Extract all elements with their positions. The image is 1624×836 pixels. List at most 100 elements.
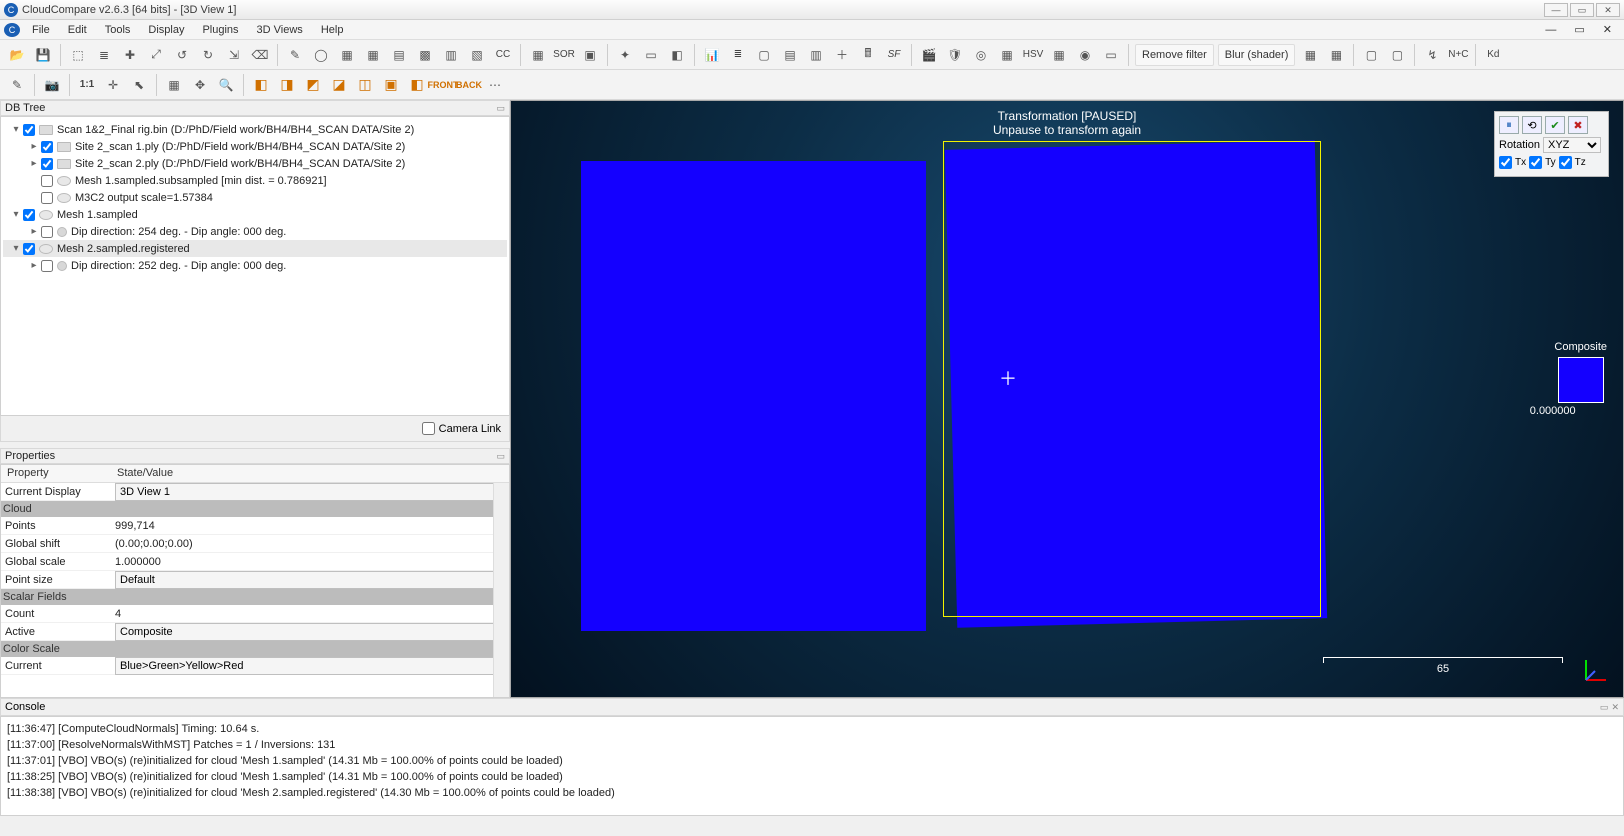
move-icon[interactable]: ✥ — [189, 74, 211, 96]
undock-icon[interactable]: ▭ — [496, 103, 505, 114]
tz-checkbox[interactable] — [1559, 156, 1572, 169]
undock-icon[interactable]: ▭ — [496, 451, 505, 462]
tree-expand-icon[interactable]: ▾ — [11, 209, 21, 220]
tool-icon[interactable]: ▥ — [440, 44, 462, 66]
tree-visibility-checkbox[interactable] — [41, 158, 53, 170]
tool-icon[interactable]: ⌫ — [249, 44, 271, 66]
tree-item[interactable]: ▸ Dip direction: 254 deg. - Dip angle: 0… — [3, 223, 507, 240]
cube-icon[interactable]: ▦ — [163, 74, 185, 96]
tree-visibility-checkbox[interactable] — [41, 192, 53, 204]
3d-view[interactable]: Transformation [PAUSED] Unpause to trans… — [510, 100, 1624, 698]
histogram-icon[interactable]: 📊 — [701, 44, 723, 66]
tree-expand-icon[interactable]: ▾ — [11, 243, 21, 254]
tree-expand-icon[interactable]: ▾ — [11, 124, 21, 135]
front-button[interactable]: FRONT — [432, 74, 454, 96]
camera-link-checkbox[interactable] — [422, 422, 435, 435]
tree-visibility-checkbox[interactable] — [23, 209, 35, 221]
tool-icon[interactable]: ▦ — [996, 44, 1018, 66]
tool-icon[interactable]: ▤ — [388, 44, 410, 66]
mdi-restore-button[interactable]: ▭ — [1566, 22, 1592, 37]
cancel-button[interactable]: ✖ — [1568, 116, 1588, 134]
tool-icon[interactable]: ↯ — [1421, 44, 1443, 66]
menu-edit[interactable]: Edit — [60, 23, 95, 37]
tool-cc-icon[interactable]: CC — [492, 44, 514, 66]
reset-button[interactable]: ⟲ — [1522, 116, 1542, 134]
tool-icon[interactable]: ◯ — [310, 44, 332, 66]
blur-shader-button[interactable]: Blur (shader) — [1218, 44, 1296, 66]
tool-icon[interactable]: ✚ — [119, 44, 141, 66]
menu-plugins[interactable]: Plugins — [194, 23, 246, 37]
tool-icon[interactable]: ▣ — [579, 44, 601, 66]
calc-icon[interactable]: 🖩 — [857, 44, 879, 66]
tool-icon[interactable]: ⬚ — [67, 44, 89, 66]
view-bottom-icon[interactable]: ▣ — [380, 74, 402, 96]
tool-icon[interactable]: ▧ — [466, 44, 488, 66]
remove-filter-button[interactable]: Remove filter — [1135, 44, 1214, 66]
tree-item[interactable]: Mesh 1.sampled.subsampled [min dist. = 0… — [3, 172, 507, 189]
tool-icon[interactable]: ▭ — [640, 44, 662, 66]
tool-icon[interactable]: ▦ — [1325, 44, 1347, 66]
pause-button[interactable]: ⏸ — [1499, 116, 1519, 134]
mdi-minimize-button[interactable]: — — [1537, 23, 1564, 37]
tree-item[interactable]: ▾ Mesh 2.sampled.registered — [3, 240, 507, 257]
menu-tools[interactable]: Tools — [97, 23, 139, 37]
tool-icon[interactable]: ⇲ — [223, 44, 245, 66]
zoom-icon[interactable]: 🔍 — [215, 74, 237, 96]
sf-button[interactable]: SF — [883, 44, 905, 66]
rings-icon[interactable]: ◎ — [970, 44, 992, 66]
tool-icon[interactable]: ▦ — [1048, 44, 1070, 66]
tree-item[interactable]: M3C2 output scale=1.57384 — [3, 189, 507, 206]
console-panel[interactable]: [11:36:47] [ComputeCloudNormals] Timing:… — [0, 716, 1624, 816]
tool-icon[interactable]: ◧ — [666, 44, 688, 66]
minimize-button[interactable]: — — [1544, 3, 1568, 17]
view-left-icon[interactable]: ◩ — [302, 74, 324, 96]
view-front-icon[interactable]: ◨ — [276, 74, 298, 96]
tool-icon[interactable]: ↻ — [197, 44, 219, 66]
tool-icon[interactable]: ≣ — [93, 44, 115, 66]
tool-icon[interactable]: ▢ — [1386, 44, 1408, 66]
center-icon[interactable]: ✛ — [102, 74, 124, 96]
pencil-icon[interactable]: ✎ — [6, 74, 28, 96]
tree-visibility-checkbox[interactable] — [41, 175, 53, 187]
menu-help[interactable]: Help — [313, 23, 352, 37]
tool-icon[interactable]: ↺ — [171, 44, 193, 66]
tool-icon[interactable]: ⤢ — [145, 44, 167, 66]
tree-item[interactable]: ▾ Scan 1&2_Final rig.bin (D:/PhD/Field w… — [3, 121, 507, 138]
tree-expand-icon[interactable]: ▸ — [29, 260, 39, 271]
view-right-icon[interactable]: ◪ — [328, 74, 350, 96]
tree-visibility-checkbox[interactable] — [23, 243, 35, 255]
movie-icon[interactable]: 🎬 — [918, 44, 940, 66]
tree-visibility-checkbox[interactable] — [41, 141, 53, 153]
tool-icon[interactable]: ≣ — [727, 44, 749, 66]
tool-icon[interactable]: ▤ — [779, 44, 801, 66]
tree-visibility-checkbox[interactable] — [23, 124, 35, 136]
tool-icon[interactable]: ▦ — [1299, 44, 1321, 66]
property-select[interactable]: Default — [115, 571, 509, 589]
tree-expand-icon[interactable]: ▸ — [29, 226, 39, 237]
close-panel-icon[interactable]: ✕ — [1611, 702, 1619, 712]
menu-display[interactable]: Display — [140, 23, 192, 37]
tool-icon[interactable]: ▩ — [414, 44, 436, 66]
grid-icon[interactable]: ▦ — [527, 44, 549, 66]
view-top-icon[interactable]: ◧ — [250, 74, 272, 96]
tree-item[interactable]: ▾ Mesh 1.sampled — [3, 206, 507, 223]
view-back-icon[interactable]: ◫ — [354, 74, 376, 96]
tool-icon[interactable]: ▦ — [362, 44, 384, 66]
ratio-button[interactable]: 1:1 — [76, 74, 98, 96]
mdi-close-button[interactable]: ✕ — [1595, 22, 1620, 37]
property-select[interactable]: Blue>Green>Yellow>Red — [115, 657, 509, 675]
tree-item[interactable]: ▸ Site 2_scan 1.ply (D:/PhD/Field work/B… — [3, 138, 507, 155]
open-icon[interactable]: 📂 — [6, 44, 28, 66]
close-button[interactable]: ✕ — [1596, 3, 1620, 17]
hsv-button[interactable]: HSV — [1022, 44, 1044, 66]
tool-icon[interactable]: ▦ — [336, 44, 358, 66]
tree-expand-icon[interactable]: ▸ — [29, 158, 39, 169]
add-icon[interactable]: ＋ — [831, 44, 853, 66]
tool-icon[interactable]: ▥ — [805, 44, 827, 66]
rotation-mode-select[interactable]: XYZ — [1543, 137, 1601, 153]
tree-visibility-checkbox[interactable] — [41, 226, 53, 238]
tool-icon[interactable]: ▢ — [753, 44, 775, 66]
ty-checkbox[interactable] — [1529, 156, 1542, 169]
maximize-button[interactable]: ▭ — [1570, 3, 1594, 17]
sor-button[interactable]: SOR — [553, 44, 575, 66]
